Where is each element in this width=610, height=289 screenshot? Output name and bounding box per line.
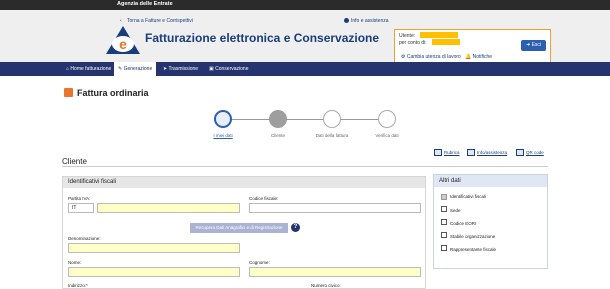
- nome-label: Nome:: [68, 260, 82, 265]
- fiscal-ids-panel: Identificativi fiscali Partita IVA: IT C…: [62, 176, 426, 289]
- rubrica-link[interactable]: Rubrica: [444, 150, 460, 155]
- country-select[interactable]: IT: [68, 203, 94, 213]
- help-icon[interactable]: ?: [291, 223, 300, 232]
- step-4[interactable]: [378, 110, 396, 128]
- step-label-2: Cliente: [270, 133, 285, 138]
- codice-fiscale-input[interactable]: [249, 203, 421, 213]
- checkbox-label: Sede: [450, 208, 461, 213]
- numero-civico-label: Numero civico:: [311, 283, 341, 288]
- altri-dati-panel: Altri dati Identificativi fiscali Sede C…: [433, 174, 548, 269]
- cognome-label: Cognome:: [249, 260, 270, 265]
- checkbox-eori[interactable]: [441, 219, 447, 225]
- agency-name: Agenzia delle Entrate: [117, 1, 173, 7]
- on-behalf-label: per conto di:: [399, 40, 427, 46]
- info-icon[interactable]: [467, 149, 475, 156]
- user-label: Utente:: [399, 33, 416, 39]
- section-title: Cliente: [62, 157, 87, 166]
- partita-iva-label: Partita IVA:: [68, 196, 91, 201]
- step-label-1[interactable]: I miei dati: [198, 133, 248, 138]
- change-user-link[interactable]: ⚙ Cambia utenza di lavoro: [401, 54, 461, 60]
- partita-iva-input[interactable]: [97, 203, 240, 213]
- back-link[interactable]: ‹ Torna a Fatture e Corrispettivi: [120, 18, 193, 24]
- checkbox-rappresentante[interactable]: [441, 245, 447, 251]
- info-assistenza-link[interactable]: Info/assistenza: [477, 150, 507, 155]
- qr-code-icon[interactable]: [516, 149, 524, 156]
- indirizzo-label: Indirizzo:*: [68, 283, 88, 288]
- checkbox-sede[interactable]: [441, 206, 447, 212]
- account-redaction: [432, 39, 460, 45]
- denominazione-input[interactable]: [68, 243, 240, 253]
- section-divider: [62, 166, 548, 167]
- step-1[interactable]: [214, 110, 232, 128]
- stepper-line: [223, 119, 389, 120]
- step-label-4: Verifica dati: [375, 133, 399, 138]
- denominazione-label: Denominazione:: [68, 236, 101, 241]
- codice-fiscale-label: Codice fiscale:: [249, 196, 279, 201]
- checkbox-label: Stabile organizzazione: [450, 234, 496, 239]
- checkbox-label: Rappresentante fiscale: [450, 247, 497, 252]
- svg-text:e: e: [119, 36, 127, 52]
- user-box: Utente: per conto di: ⚙ Cambia utenza di…: [394, 29, 551, 64]
- top-bar: Agenzia delle Entrate: [0, 0, 610, 10]
- panel-header: Identificativi fiscali: [63, 177, 425, 188]
- agency-logo-icon: e: [106, 26, 140, 54]
- header: ‹ Torna a Fatture e Corrispettivi e Fatt…: [0, 10, 610, 64]
- nome-input[interactable]: [68, 267, 240, 277]
- step-3[interactable]: [323, 110, 341, 128]
- main-nav: ⌂ Home fatturazione ✎ Generazione ➤ Tras…: [0, 62, 610, 76]
- nav-conservazione[interactable]: ▣ Conservazione: [209, 62, 248, 76]
- pencil-icon: [64, 88, 73, 97]
- exit-button[interactable]: ➜ Esci: [521, 40, 546, 51]
- address-book-icon[interactable]: [434, 149, 442, 156]
- altri-dati-header: Altri dati: [434, 175, 547, 187]
- step-2[interactable]: [269, 110, 287, 128]
- cognome-input[interactable]: [249, 267, 421, 277]
- user-redaction: [420, 32, 458, 38]
- checkbox-label: Identificativi fiscali: [450, 194, 487, 199]
- checkbox-label: Codice EORI: [450, 221, 477, 226]
- qr-code-link[interactable]: QR code: [526, 150, 544, 155]
- info-assistance-link[interactable]: Info e assistenza: [344, 18, 389, 24]
- chevron-left-icon: ‹: [120, 18, 122, 24]
- brand-title: Fatturazione elettronica e Conservazione: [145, 31, 380, 45]
- info-icon: [344, 18, 349, 23]
- notifications-link[interactable]: 🔔 Notifiche: [465, 54, 492, 60]
- checkbox-stabile[interactable]: [441, 232, 447, 238]
- nav-home[interactable]: ⌂ Home fatturazione: [66, 62, 111, 76]
- page-title: Fattura ordinaria: [77, 88, 149, 98]
- step-label-3: Dati della fattura: [315, 133, 349, 138]
- nav-trasmissione[interactable]: ➤ Trasmissione: [163, 62, 198, 76]
- recover-data-button[interactable]: Recupera Dati Anagrafici e di Registrazi…: [190, 223, 288, 233]
- checkbox-identificativi[interactable]: [441, 194, 447, 200]
- nav-generazione[interactable]: ✎ Generazione: [114, 62, 157, 76]
